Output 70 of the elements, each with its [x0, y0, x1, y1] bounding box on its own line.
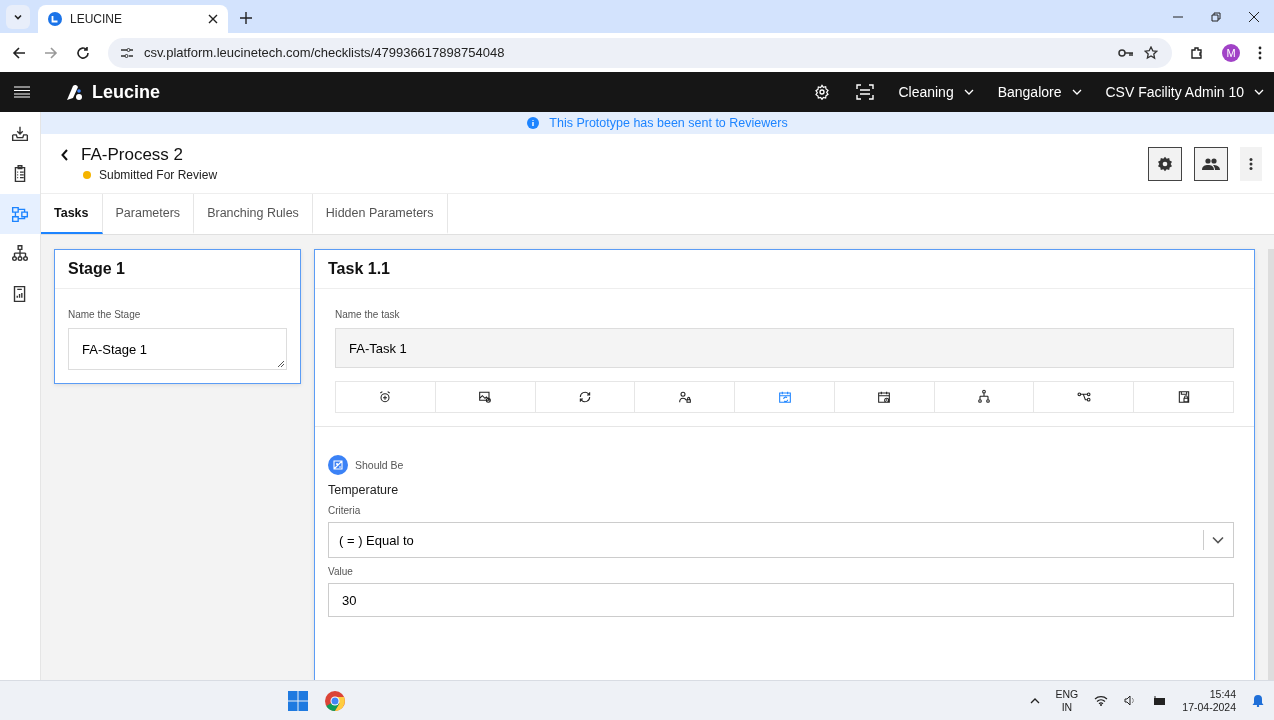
- banner-message: This Prototype has been sent to Reviewers: [549, 116, 788, 130]
- status-text: Submitted For Review: [99, 168, 218, 182]
- browser-icon[interactable]: [323, 689, 346, 712]
- more-icon: [1249, 157, 1253, 170]
- more-button[interactable]: [1240, 146, 1262, 181]
- tab-search-button[interactable]: [6, 5, 30, 29]
- tab[interactable]: Parameters: [102, 194, 195, 234]
- site-settings-icon[interactable]: [120, 46, 134, 59]
- browser-tab[interactable]: LEUCINE: [38, 5, 228, 33]
- field-label: Criteria: [328, 505, 362, 516]
- language-text[interactable]: ENG: [1055, 687, 1079, 701]
- task-name-field[interactable]: FA-Task 1: [335, 328, 1234, 368]
- close-icon[interactable]: [1248, 10, 1260, 23]
- header-dropdown[interactable]: CSV Facility Admin 10: [1105, 84, 1264, 100]
- menu-icon[interactable]: [14, 86, 30, 98]
- key-icon[interactable]: [1118, 47, 1134, 58]
- reload-icon[interactable]: [76, 45, 90, 60]
- leucine-logo-icon: [64, 82, 84, 102]
- chevron-up-icon[interactable]: [1029, 697, 1040, 704]
- star-icon[interactable]: [1144, 45, 1158, 60]
- new-tab-icon[interactable]: [240, 12, 252, 24]
- tab-title: LEUCINE: [70, 12, 123, 26]
- header-dropdown[interactable]: Cleaning: [898, 84, 974, 100]
- field-label: Name the task: [335, 309, 401, 320]
- chevron-down-icon[interactable]: [1212, 536, 1224, 544]
- logo-text: Leucine: [92, 81, 161, 103]
- more-icon[interactable]: [1258, 45, 1262, 60]
- chevron-down-icon: [1254, 89, 1264, 95]
- chevron-down-icon: [963, 89, 974, 95]
- stage-name-field[interactable]: FA-Stage 1: [68, 328, 287, 370]
- url-text: csv.platform.leucinetech.com/checklists/479936617898754048: [144, 45, 505, 60]
- windows-start-icon[interactable]: [287, 690, 308, 711]
- clock-time[interactable]: 15:44: [1209, 687, 1236, 701]
- tab[interactable]: Hidden Parameters: [312, 194, 448, 234]
- info-icon: [527, 117, 540, 129]
- resize-handle-icon[interactable]: [277, 360, 284, 367]
- back-icon[interactable]: [61, 149, 69, 161]
- restore-icon[interactable]: [1210, 10, 1222, 23]
- profile-avatar[interactable]: M: [1222, 43, 1240, 62]
- parameter-type-label: Should Be: [355, 459, 404, 471]
- field-label: Name the Stage: [68, 309, 142, 320]
- chevron-down-icon: [1071, 89, 1082, 95]
- parameter-name: Temperature: [328, 483, 400, 497]
- tab[interactable]: Branching Rules: [194, 194, 313, 234]
- settings-icon[interactable]: [814, 84, 831, 100]
- task-title: Task 1.1: [315, 250, 1254, 289]
- app-logo-icon: [48, 12, 62, 26]
- header-dropdown[interactable]: Bangalore: [997, 84, 1082, 100]
- extensions-icon[interactable]: [1190, 45, 1204, 60]
- clock-date[interactable]: 17-04-2024: [1182, 700, 1236, 714]
- address-bar[interactable]: csv.platform.leucinetech.com/checklists/479936617898754048: [108, 37, 1172, 68]
- parameter-type-icon: [328, 455, 348, 475]
- settings-button[interactable]: [1148, 146, 1182, 181]
- forward-icon[interactable]: [44, 45, 58, 60]
- region-text[interactable]: IN: [1061, 700, 1073, 714]
- scan-icon[interactable]: [856, 84, 875, 100]
- criteria-select[interactable]: ( = ) Equal to: [328, 522, 1234, 558]
- wifi-icon[interactable]: [1094, 695, 1109, 706]
- stage-title: Stage 1: [55, 250, 300, 289]
- battery-icon[interactable]: [1152, 695, 1167, 706]
- people-button[interactable]: [1194, 146, 1228, 181]
- close-icon[interactable]: [208, 14, 218, 24]
- speaker-icon[interactable]: [1124, 695, 1137, 706]
- back-icon[interactable]: [12, 45, 26, 60]
- value-field[interactable]: 30: [328, 583, 1234, 617]
- field-label: Value: [328, 566, 354, 577]
- bell-icon[interactable]: [1252, 694, 1264, 707]
- settings-icon: [1157, 155, 1173, 172]
- people-icon: [1202, 157, 1220, 170]
- page-title: FA-Process 2: [81, 145, 184, 165]
